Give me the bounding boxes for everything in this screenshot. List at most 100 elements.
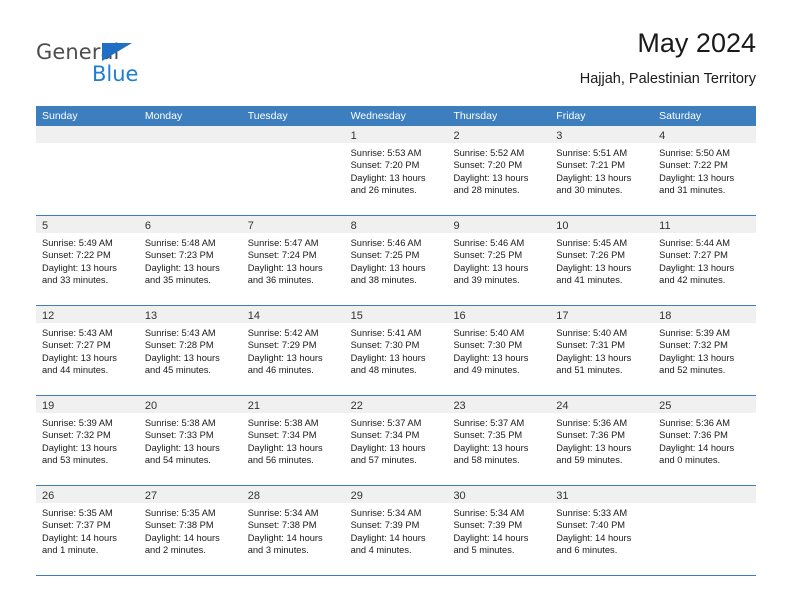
- day-detail-line: and 4 minutes.: [350, 545, 412, 556]
- day-cell-31[interactable]: 31 Sunrise: 5:33 AM Sunset: 7:40 PM Dayligh…: [550, 486, 654, 575]
- day-detail-line: and 41 minutes.: [556, 275, 623, 286]
- day-detail-line: and 51 minutes.: [556, 365, 623, 376]
- day-cell-16[interactable]: 16 Sunrise: 5:40 AM Sunset: 7:30 PM Dayligh…: [447, 306, 551, 395]
- day-detail-line: and 48 minutes.: [350, 365, 417, 376]
- day-detail-line: and 0 minutes.: [659, 455, 721, 466]
- day-detail-line: Sunset: 7:23 PM: [144, 250, 214, 261]
- day-details: Sunrise: 5:46 AM Sunset: 7:25 PM Daylight:…: [447, 233, 550, 287]
- day-cell-12[interactable]: 12 Sunrise: 5:43 AM Sunset: 7:27 PM Dayligh…: [36, 306, 139, 395]
- day-number-band: 12: [36, 306, 139, 323]
- day-cell-10[interactable]: 10 Sunrise: 5:45 AM Sunset: 7:26 PM Dayligh…: [550, 216, 654, 305]
- day-detail-line: and 49 minutes.: [453, 365, 520, 376]
- day-cell-25[interactable]: 25 Sunrise: 5:36 AM Sunset: 7:36 PM Dayligh…: [653, 396, 757, 485]
- day-cell-18[interactable]: 18 Sunrise: 5:39 AM Sunset: 7:32 PM Dayligh…: [653, 306, 757, 395]
- day-cell-17[interactable]: 17 Sunrise: 5:40 AM Sunset: 7:31 PM Dayligh…: [550, 306, 654, 395]
- day-detail-line: and 3 minutes.: [247, 545, 309, 556]
- day-detail-line: Daylight: 13 hours: [350, 352, 426, 363]
- day-detail-line: Sunrise: 5:49 AM: [42, 238, 113, 248]
- day-number: 19: [42, 400, 55, 412]
- day-number-band: 14: [241, 306, 345, 323]
- day-detail-line: Sunset: 7:32 PM: [42, 430, 111, 441]
- day-detail-line: Sunset: 7:20 PM: [350, 160, 420, 171]
- day-detail-line: Daylight: 13 hours: [42, 352, 117, 363]
- day-detail-line: Daylight: 13 hours: [247, 442, 323, 453]
- day-number-band: 10: [550, 216, 654, 233]
- day-detail-line: Sunrise: 5:36 AM: [659, 418, 730, 428]
- calendar-week-row: 19 Sunrise: 5:39 AM Sunset: 7:32 PM Dayligh…: [36, 395, 757, 485]
- day-cell-14[interactable]: 14 Sunrise: 5:42 AM Sunset: 7:29 PM Dayligh…: [241, 306, 345, 395]
- day-detail-line: Daylight: 14 hours: [556, 532, 632, 543]
- day-number-band: 1: [344, 126, 448, 143]
- day-detail-line: Sunrise: 5:45 AM: [556, 238, 628, 248]
- day-detail-line: and 36 minutes.: [247, 275, 314, 286]
- day-number: 27: [144, 490, 158, 502]
- day-cell-24[interactable]: 24 Sunrise: 5:36 AM Sunset: 7:36 PM Dayligh…: [550, 396, 654, 485]
- day-cell-7[interactable]: 7 Sunrise: 5:47 AM Sunset: 7:24 PM Daylight…: [241, 216, 345, 305]
- day-cell-15[interactable]: 15 Sunrise: 5:41 AM Sunset: 7:30 PM Dayligh…: [344, 306, 448, 395]
- day-cell-21[interactable]: 21 Sunrise: 5:38 AM Sunset: 7:34 PM Dayligh…: [241, 396, 345, 485]
- day-detail-line: Sunrise: 5:33 AM: [556, 508, 628, 518]
- day-detail-line: Sunset: 7:27 PM: [659, 250, 728, 261]
- day-cell-29[interactable]: 29 Sunrise: 5:34 AM Sunset: 7:39 PM Dayligh…: [344, 486, 448, 575]
- day-number-band: 16: [447, 306, 551, 323]
- weekday-header-row: Sunday Monday Tuesday Wednesday Thursday Frid…: [36, 106, 756, 126]
- day-cell-26[interactable]: 26 Sunrise: 5:35 AM Sunset: 7:37 PM Dayligh…: [36, 486, 139, 575]
- day-detail-line: and 42 minutes.: [659, 275, 726, 286]
- day-detail-line: Sunset: 7:20 PM: [453, 160, 523, 171]
- day-details: Sunrise: 5:38 AM Sunset: 7:33 PM Daylight:…: [139, 413, 242, 467]
- day-cell-20[interactable]: 20 Sunrise: 5:38 AM Sunset: 7:33 PM Dayligh…: [138, 396, 242, 485]
- day-cell-19[interactable]: 19 Sunrise: 5:39 AM Sunset: 7:32 PM Dayligh…: [36, 396, 139, 485]
- day-detail-line: Sunset: 7:35 PM: [453, 430, 523, 441]
- day-detail-line: and 53 minutes.: [42, 455, 109, 466]
- day-detail-line: Sunrise: 5:36 AM: [556, 418, 628, 428]
- day-number: 18: [659, 310, 672, 322]
- day-details: Sunrise: 5:34 AM Sunset: 7:38 PM Daylight:…: [242, 503, 345, 557]
- day-number-band: [138, 126, 242, 143]
- day-cell-11[interactable]: 11 Sunrise: 5:44 AM Sunset: 7:27 PM Dayligh…: [653, 216, 757, 305]
- day-number: 24: [556, 400, 569, 412]
- generalblue-logo[interactable]: General Blue: [36, 36, 246, 92]
- day-cell-3[interactable]: 3 Sunrise: 5:51 AM Sunset: 7:21 PM Daylight…: [550, 126, 654, 215]
- day-details: Sunrise: 5:33 AM Sunset: 7:40 PM Daylight:…: [550, 503, 653, 557]
- day-detail-line: Sunrise: 5:52 AM: [453, 148, 525, 158]
- title-block: May 2024 Hajjah, Palestinian Territory: [580, 28, 756, 88]
- day-cell-2[interactable]: 2 Sunrise: 5:52 AM Sunset: 7:20 PM Daylight…: [447, 126, 551, 215]
- day-detail-line: and 28 minutes.: [453, 185, 520, 196]
- day-detail-line: Daylight: 13 hours: [144, 442, 220, 453]
- day-cell-1[interactable]: 1 Sunrise: 5:53 AM Sunset: 7:20 PM Daylight…: [344, 126, 448, 215]
- day-cell-9[interactable]: 9 Sunrise: 5:46 AM Sunset: 7:25 PM Daylight…: [447, 216, 551, 305]
- day-cell-13[interactable]: 13 Sunrise: 5:43 AM Sunset: 7:28 PM Dayligh…: [138, 306, 242, 395]
- day-detail-line: Daylight: 13 hours: [144, 262, 220, 273]
- day-cell-6[interactable]: 6 Sunrise: 5:48 AM Sunset: 7:23 PM Daylight…: [138, 216, 242, 305]
- day-cell-4[interactable]: 4 Sunrise: 5:50 AM Sunset: 7:22 PM Daylight…: [653, 126, 757, 215]
- day-details: Sunrise: 5:52 AM Sunset: 7:20 PM Daylight:…: [447, 143, 550, 197]
- day-cell-23[interactable]: 23 Sunrise: 5:37 AM Sunset: 7:35 PM Dayligh…: [447, 396, 551, 485]
- day-detail-line: Sunset: 7:34 PM: [247, 430, 317, 441]
- day-details: [242, 143, 345, 147]
- day-cell-28[interactable]: 28 Sunrise: 5:34 AM Sunset: 7:38 PM Dayligh…: [241, 486, 345, 575]
- day-detail-line: Sunrise: 5:42 AM: [247, 328, 319, 338]
- calendar-week-row: 12 Sunrise: 5:43 AM Sunset: 7:27 PM Dayligh…: [36, 305, 757, 395]
- day-number: 10: [556, 220, 569, 232]
- day-detail-line: Sunrise: 5:38 AM: [247, 418, 319, 428]
- day-cell-5[interactable]: 5 Sunrise: 5:49 AM Sunset: 7:22 PM Daylight…: [36, 216, 139, 305]
- day-cell-30[interactable]: 30 Sunrise: 5:34 AM Sunset: 7:39 PM Dayligh…: [447, 486, 551, 575]
- day-detail-line: Daylight: 13 hours: [659, 172, 735, 183]
- day-detail-line: Sunrise: 5:37 AM: [453, 418, 525, 428]
- day-number-band: 22: [344, 396, 448, 413]
- day-cell-8[interactable]: 8 Sunrise: 5:46 AM Sunset: 7:25 PM Daylight…: [344, 216, 448, 305]
- day-number-band: 6: [138, 216, 242, 233]
- day-cell-27[interactable]: 27 Sunrise: 5:35 AM Sunset: 7:38 PM Dayligh…: [138, 486, 242, 575]
- day-detail-line: Sunrise: 5:37 AM: [350, 418, 422, 428]
- day-detail-line: Sunrise: 5:50 AM: [659, 148, 730, 158]
- day-detail-line: Daylight: 13 hours: [556, 262, 632, 273]
- day-detail-line: Sunrise: 5:40 AM: [453, 328, 525, 338]
- calendar-week-row: 26 Sunrise: 5:35 AM Sunset: 7:37 PM Dayligh…: [36, 485, 757, 575]
- day-number: 23: [453, 400, 466, 412]
- day-detail-line: Sunrise: 5:34 AM: [453, 508, 525, 518]
- day-number: 30: [453, 490, 466, 502]
- day-detail-line: and 31 minutes.: [659, 185, 726, 196]
- day-cell-22[interactable]: 22 Sunrise: 5:37 AM Sunset: 7:34 PM Dayligh…: [344, 396, 448, 485]
- day-detail-line: Daylight: 13 hours: [247, 262, 323, 273]
- day-detail-line: Daylight: 13 hours: [556, 442, 632, 453]
